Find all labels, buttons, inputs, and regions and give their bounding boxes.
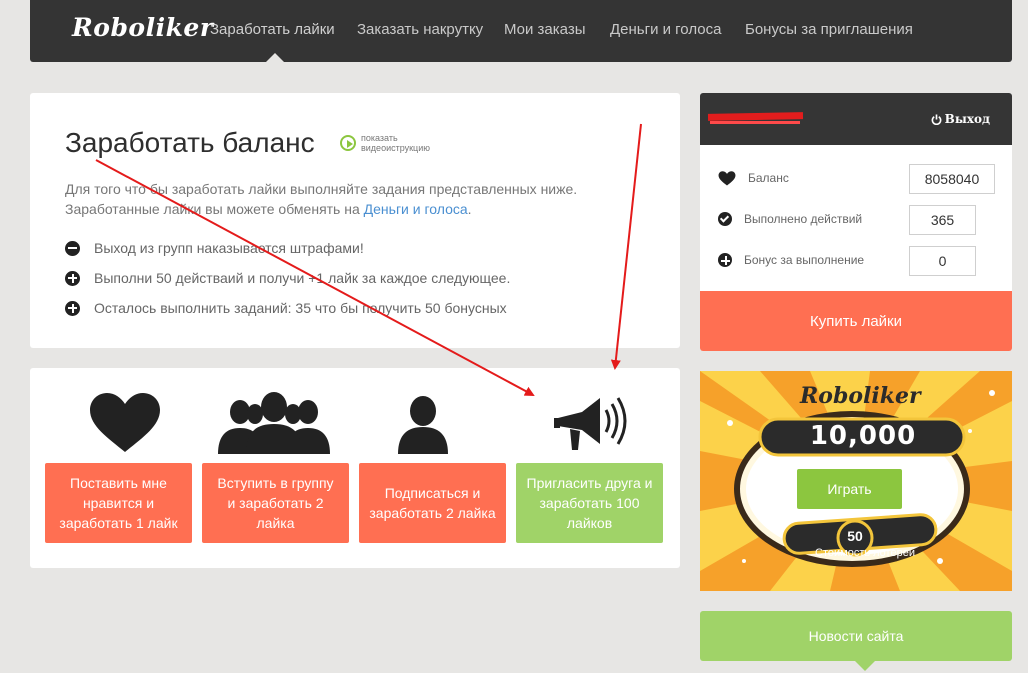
video-instruction-label: показать видеоиструкцию xyxy=(361,133,430,153)
plus-circle-icon xyxy=(65,270,80,286)
lottery-play-button[interactable]: Играть xyxy=(797,469,902,509)
stat-label: Бонус за выполнение xyxy=(744,253,865,267)
balance-value: 8058040 xyxy=(909,164,995,194)
account-card: Выход Баланс 8058040 Выполнено действий … xyxy=(700,93,1012,351)
check-circle-icon xyxy=(718,212,732,226)
nav-item-money-votes[interactable]: Деньги и голоса xyxy=(610,21,721,38)
task-subscribe-button[interactable]: Подписаться и заработать 2 лайка xyxy=(359,463,506,543)
intro-text: Для того что бы заработать лайки выполня… xyxy=(65,179,645,219)
page-title: Заработать баланс xyxy=(65,127,315,158)
plus-circle-icon xyxy=(65,300,80,316)
task-join-group-button[interactable]: Вступить в группу и заработать 2 лайка xyxy=(202,463,349,543)
stat-label: Баланс xyxy=(748,171,789,185)
info-card: Заработать баланс показать видеоиструкци… xyxy=(30,93,680,348)
heart-icon xyxy=(90,393,160,452)
user-icon xyxy=(398,396,448,454)
logout-button[interactable]: Выход xyxy=(931,112,990,126)
power-icon xyxy=(931,113,942,125)
rule-text: Выполни 50 действаий и получи +1 лайк за… xyxy=(94,270,511,286)
tasks-card: Поставить мне нравится и заработать 1 ла… xyxy=(30,368,680,568)
rule-text: Осталось выполнить заданий: 35 что бы по… xyxy=(94,300,507,316)
lottery-brand: Roboliker xyxy=(800,383,921,409)
news-caret xyxy=(855,661,875,671)
video-instruction-link[interactable]: показать видеоиструкцию xyxy=(340,133,451,153)
rule-item: Выход из групп наказывается штрафами! xyxy=(65,240,364,256)
task-invite-friend-button[interactable]: Пригласить друга и заработать 100 лайков xyxy=(516,463,663,543)
minus-circle-icon xyxy=(65,240,80,256)
group-icon xyxy=(218,392,330,454)
intro-end: . xyxy=(467,201,472,217)
stat-label: Выполнено действий xyxy=(744,212,863,226)
intro-sentence: Для того что бы заработать лайки выполня… xyxy=(65,181,578,217)
nav-item-referral-bonus[interactable]: Бонусы за приглашения xyxy=(745,21,913,38)
plus-circle-icon xyxy=(718,253,732,267)
nav-item-order-boost[interactable]: Заказать накрутку xyxy=(357,21,483,38)
lottery-cost: 50 xyxy=(847,528,863,544)
completed-actions-value: 365 xyxy=(909,205,976,235)
site-news-button[interactable]: Новости сайта xyxy=(700,611,1012,661)
lottery-cost-label: Стоимость лотереи xyxy=(815,547,915,559)
lottery-banner[interactable]: Roboliker 10,000 Играть 50 Стоимость лот… xyxy=(700,371,1012,591)
redacted-username-line xyxy=(710,121,800,124)
megaphone-icon xyxy=(554,397,627,450)
top-navbar: Roboliker Заработать лайки Заказать накр… xyxy=(30,0,1012,62)
nav-item-my-orders[interactable]: Мои заказы xyxy=(504,21,586,38)
rule-item: Осталось выполнить заданий: 35 что бы по… xyxy=(65,300,507,316)
play-icon xyxy=(340,135,356,151)
nav-active-caret xyxy=(266,53,284,62)
redacted-username xyxy=(707,112,804,121)
site-logo[interactable]: Roboliker xyxy=(72,13,214,42)
money-votes-link[interactable]: Деньги и голоса xyxy=(364,201,468,217)
heart-icon xyxy=(718,170,736,186)
rule-item: Выполни 50 действаий и получи +1 лайк за… xyxy=(65,270,510,286)
buy-likes-button[interactable]: Купить лайки xyxy=(700,291,1012,351)
logout-label: Выход xyxy=(944,112,990,126)
lottery-amount: 10,000 xyxy=(809,421,917,451)
nav-item-earn-likes[interactable]: Заработать лайки xyxy=(210,21,335,38)
task-like-button[interactable]: Поставить мне нравится и заработать 1 ла… xyxy=(45,463,192,543)
bonus-value: 0 xyxy=(909,246,976,276)
account-header: Выход xyxy=(700,93,1012,145)
rule-text: Выход из групп наказывается штрафами! xyxy=(94,240,364,256)
